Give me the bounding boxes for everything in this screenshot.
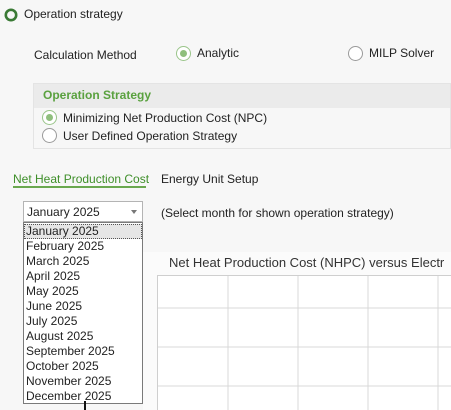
milp-solver-label[interactable]: MILP Solver bbox=[369, 46, 434, 60]
month-select-value: January 2025 bbox=[27, 205, 100, 219]
operation-strategy-title: Operation Strategy bbox=[43, 88, 152, 102]
month-option[interactable]: August 2025 bbox=[24, 329, 142, 344]
chevron-down-icon[interactable] bbox=[131, 210, 137, 214]
month-option[interactable]: December 2025 bbox=[24, 389, 142, 404]
calculation-method-label: Calculation Method bbox=[34, 48, 137, 62]
month-option[interactable]: March 2025 bbox=[24, 254, 142, 269]
month-select-hint: (Select month for shown operation strate… bbox=[161, 206, 394, 220]
month-select[interactable]: January 2025 bbox=[23, 201, 143, 222]
month-option[interactable]: June 2025 bbox=[24, 299, 142, 314]
month-option[interactable]: October 2025 bbox=[24, 359, 142, 374]
month-option[interactable]: January 2025 bbox=[24, 224, 142, 239]
tab-energy-unit-setup[interactable]: Energy Unit Setup bbox=[161, 172, 258, 186]
chart-title: Net Heat Production Cost (NHPC) versus E… bbox=[169, 255, 445, 270]
minimizing-npc-label[interactable]: Minimizing Net Production Cost (NPC) bbox=[63, 111, 267, 125]
operation-strategy-header: Operation Strategy bbox=[34, 84, 450, 108]
tab-net-heat-production-cost[interactable]: Net Heat Production Cost bbox=[13, 172, 149, 186]
user-defined-strategy-label[interactable]: User Defined Operation Strategy bbox=[63, 129, 237, 143]
window-title: Operation strategy bbox=[24, 7, 123, 21]
month-option[interactable]: February 2025 bbox=[24, 239, 142, 254]
month-option[interactable]: September 2025 bbox=[24, 344, 142, 359]
month-dropdown-list: January 2025 February 2025 March 2025 April… bbox=[23, 222, 143, 404]
user-defined-strategy-radio[interactable] bbox=[42, 128, 57, 143]
active-tab-indicator bbox=[13, 186, 146, 188]
milp-solver-radio[interactable] bbox=[348, 46, 363, 61]
chart-plot-grid bbox=[157, 275, 451, 410]
minimizing-npc-radio[interactable] bbox=[42, 110, 57, 125]
analytic-radio[interactable] bbox=[176, 46, 191, 61]
month-option[interactable]: November 2025 bbox=[24, 374, 142, 389]
analytic-label[interactable]: Analytic bbox=[197, 46, 239, 60]
title-bar: Operation strategy bbox=[0, 0, 451, 29]
month-option[interactable]: April 2025 bbox=[24, 269, 142, 284]
mouse-cursor bbox=[84, 401, 86, 410]
app-ring-icon bbox=[4, 8, 18, 22]
month-option[interactable]: May 2025 bbox=[24, 284, 142, 299]
month-option[interactable]: July 2025 bbox=[24, 314, 142, 329]
